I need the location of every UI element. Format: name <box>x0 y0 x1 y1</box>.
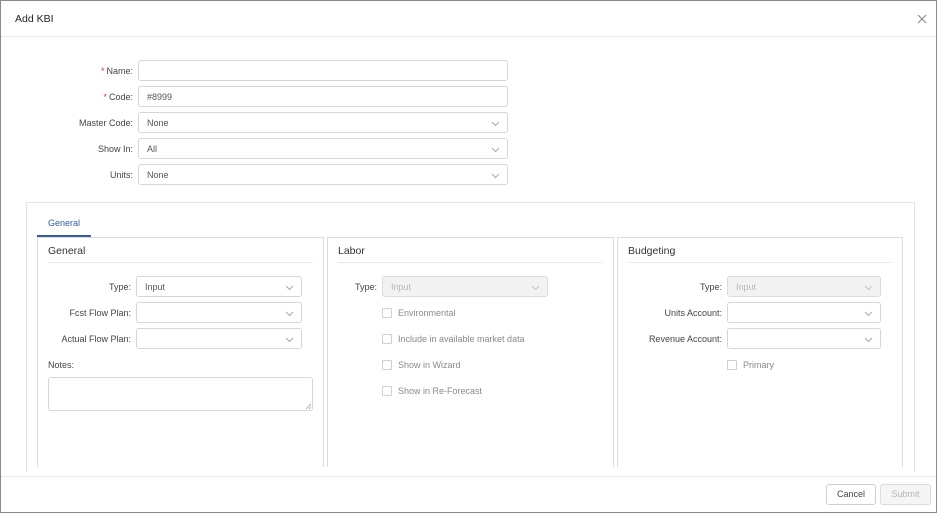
budgeting-type-value: Input <box>736 282 757 292</box>
general-type-label: Type: <box>108 282 131 292</box>
checkbox-label: Show in Wizard <box>398 360 461 370</box>
tab-general[interactable]: General <box>37 217 91 237</box>
code-input[interactable]: #8999 <box>138 86 508 107</box>
submit-button[interactable]: Submit <box>880 484 931 505</box>
checkbox-box <box>727 360 737 370</box>
labor-panel <box>327 237 614 467</box>
chevron-down-icon <box>285 283 294 292</box>
checkbox-box <box>382 360 392 370</box>
required-marker: * <box>103 92 107 102</box>
name-input[interactable] <box>138 60 508 81</box>
revenue-account-select[interactable] <box>727 328 881 349</box>
cancel-button[interactable]: Cancel <box>826 484 876 505</box>
budgeting-type-label: Type: <box>699 282 722 292</box>
dialog-header: Add KBI <box>1 1 936 37</box>
budgeting-type-select: Input <box>727 276 881 297</box>
chevron-down-icon <box>285 335 294 344</box>
code-label: * Code: <box>103 92 133 102</box>
chevron-down-icon <box>864 283 873 292</box>
chevron-down-icon <box>491 119 500 128</box>
labor-type-value: Input <box>391 282 412 292</box>
divider <box>338 262 602 263</box>
show-in-label: Show In: <box>97 144 133 154</box>
actual-flow-plan-select[interactable] <box>136 328 302 349</box>
close-icon[interactable] <box>915 12 929 26</box>
labor-type-label: Type: <box>354 282 377 292</box>
notes-label: Notes: <box>48 360 75 370</box>
checkbox-box <box>382 386 392 396</box>
chevron-down-icon <box>491 171 500 180</box>
chevron-down-icon <box>864 309 873 318</box>
checkbox-box <box>382 334 392 344</box>
fcst-flow-plan-select[interactable] <box>136 302 302 323</box>
checkbox-label: Include in available market data <box>398 334 525 344</box>
budgeting-panel-title: Budgeting <box>628 245 676 257</box>
labor-panel-title: Labor <box>338 245 365 257</box>
general-type-select[interactable]: Input <box>136 276 302 297</box>
add-kbi-dialog: Add KBI * Name: * Code: #8999 Master Code:… <box>0 0 937 513</box>
labor-type-select: Input <box>382 276 548 297</box>
checkbox-label: Show in Re-Forecast <box>398 386 483 396</box>
show-in-value: All <box>147 144 158 154</box>
chevron-down-icon <box>491 145 500 154</box>
budgeting-panel <box>617 237 903 467</box>
units-value: None <box>147 170 169 180</box>
general-panel <box>37 237 324 467</box>
actual-flow-plan-label: Actual Flow Plan: <box>61 334 131 344</box>
general-panel-title: General <box>48 245 86 257</box>
chevron-down-icon <box>285 309 294 318</box>
master-code-label: Master Code: <box>78 118 133 128</box>
checkbox-label: Environmental <box>398 308 456 318</box>
checkbox-box <box>382 308 392 318</box>
show-in-select[interactable]: All <box>138 138 508 159</box>
dialog-title: Add KBI <box>15 13 54 25</box>
code-value: #8999 <box>147 92 173 102</box>
units-label: Units: <box>109 170 133 180</box>
footer-divider <box>1 476 936 477</box>
chevron-down-icon <box>531 283 540 292</box>
fcst-flow-plan-label: Fcst Flow Plan: <box>69 308 131 318</box>
divider <box>48 262 313 263</box>
required-marker: * <box>100 66 105 76</box>
units-account-select[interactable] <box>727 302 881 323</box>
chevron-down-icon <box>864 335 873 344</box>
divider <box>628 262 892 263</box>
revenue-account-label: Revenue Account: <box>648 334 722 344</box>
units-select[interactable]: None <box>138 164 508 185</box>
master-code-value: None <box>147 118 169 128</box>
units-account-label: Units Account: <box>664 308 722 318</box>
general-type-value: Input <box>145 282 166 292</box>
notes-textarea[interactable] <box>48 377 313 411</box>
resize-handle-icon[interactable] <box>305 403 311 409</box>
name-label: * Name: <box>100 66 133 76</box>
checkbox-label: Primary <box>743 360 774 370</box>
master-code-select[interactable]: None <box>138 112 508 133</box>
